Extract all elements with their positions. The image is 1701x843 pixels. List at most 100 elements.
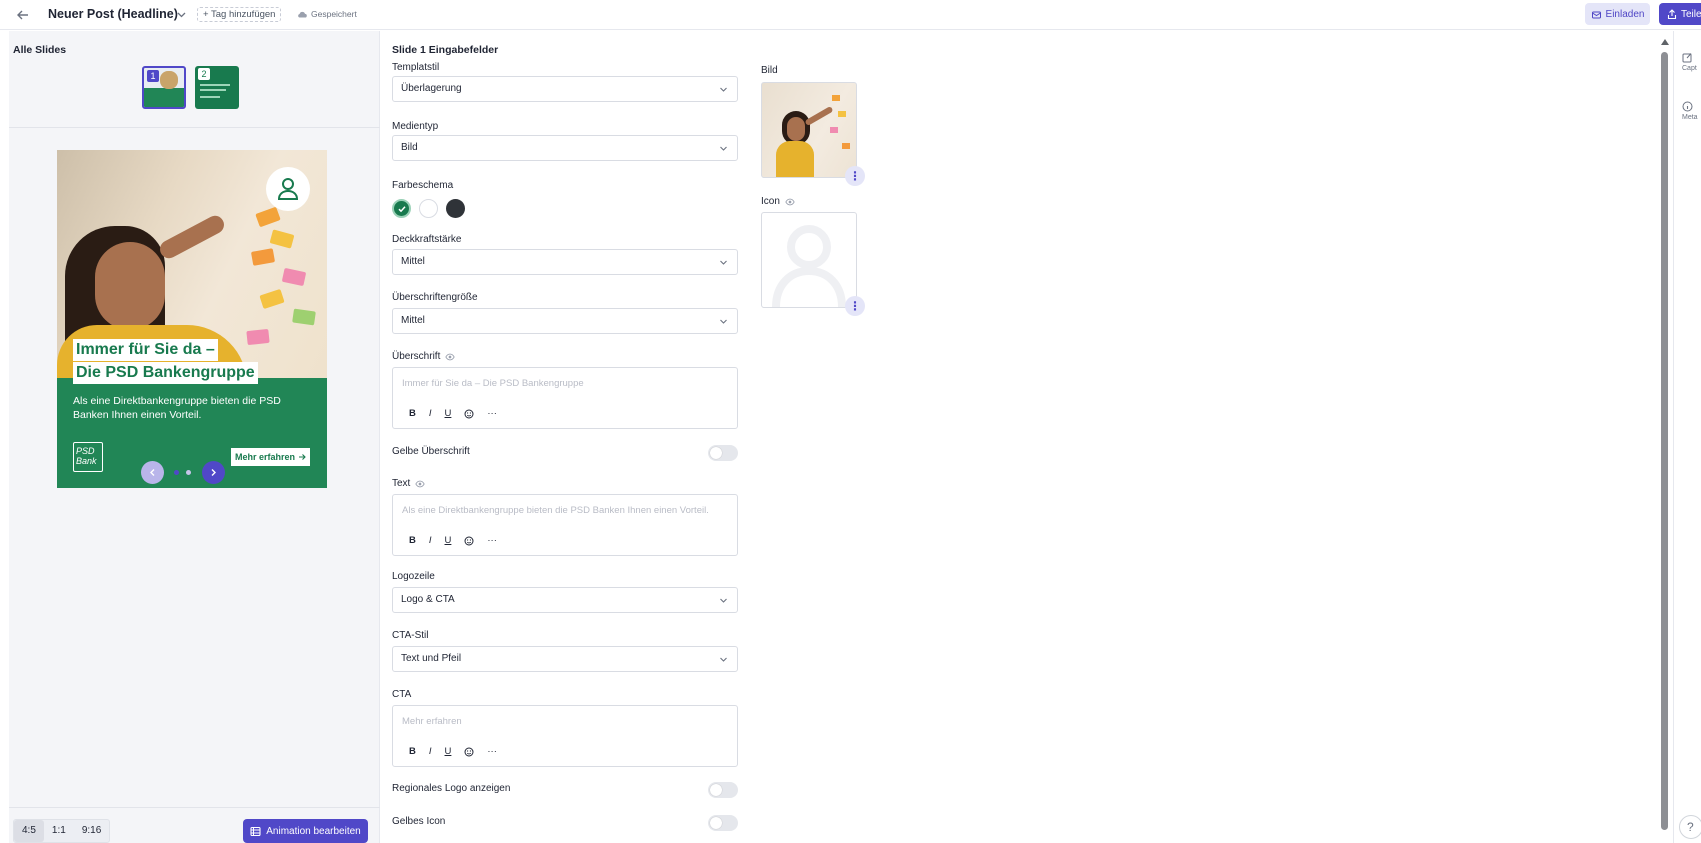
emoji-icon[interactable] xyxy=(464,536,474,546)
more-options-button[interactable]: ··· xyxy=(487,746,497,757)
yellow-headline-label: Gelbe Überschrift xyxy=(392,446,470,457)
italic-button[interactable]: I xyxy=(429,408,432,419)
icon-preview[interactable] xyxy=(761,212,857,308)
media-type-select[interactable]: Bild xyxy=(392,135,738,161)
logo-text: Bank xyxy=(76,456,97,466)
text-placeholder: Als eine Direktbankengruppe bieten die P… xyxy=(402,505,709,516)
color-scheme-label: Farbeschema xyxy=(392,180,454,191)
share-button[interactable]: Teilen xyxy=(1659,3,1701,25)
divider xyxy=(9,807,380,808)
template-style-select[interactable]: Überlagerung xyxy=(392,76,738,102)
preview-body-text: Als eine Direktbankengruppe bieten die P… xyxy=(73,395,281,421)
eye-icon[interactable] xyxy=(415,479,425,489)
icon-label-text: Icon xyxy=(761,196,780,207)
cta-style-value: Text und Pfeil xyxy=(401,653,462,664)
text-toolbar: B I U ··· xyxy=(409,408,497,419)
color-swatch-dark[interactable] xyxy=(446,199,465,218)
scrollbar-thumb[interactable] xyxy=(1661,52,1668,830)
icon-options-button[interactable]: ⋮ xyxy=(845,296,865,316)
chevron-left-icon xyxy=(150,469,155,476)
image-options-button[interactable]: ⋮ xyxy=(845,166,865,186)
more-options-button[interactable]: ··· xyxy=(487,408,497,419)
yellow-icon-toggle[interactable] xyxy=(708,815,738,831)
bold-button[interactable]: B xyxy=(409,746,416,757)
next-slide-button[interactable] xyxy=(202,461,225,484)
yellow-icon-label: Gelbes Icon xyxy=(392,816,446,827)
yellow-headline-toggle[interactable] xyxy=(708,445,738,461)
text-field-label: Text xyxy=(392,478,425,489)
cta-style-select[interactable]: Text und Pfeil xyxy=(392,646,738,672)
slide-thumbnail-2[interactable]: 2 xyxy=(195,66,239,109)
share-icon xyxy=(1667,8,1677,19)
headline-size-select[interactable]: Mittel xyxy=(392,308,738,334)
add-tag-button[interactable]: + Tag hinzufügen xyxy=(197,7,282,22)
edit-animation-button[interactable]: Animation bearbeiten xyxy=(243,819,368,843)
headline-label-text: Überschrift xyxy=(392,351,441,362)
slide-number: 2 xyxy=(198,68,210,80)
media-type-value: Bild xyxy=(401,142,418,153)
cta-editor[interactable]: Mehr erfahren B I U ··· xyxy=(392,705,738,767)
edit-icon xyxy=(1682,53,1692,63)
bold-button[interactable]: B xyxy=(409,535,416,546)
previous-slide-button[interactable] xyxy=(141,461,164,484)
headline-placeholder: Immer für Sie da – Die PSD Bankengruppe xyxy=(402,378,584,389)
ratio-4-5[interactable]: 4:5 xyxy=(14,820,44,842)
slide-dot-active[interactable] xyxy=(174,470,179,475)
opacity-value: Mittel xyxy=(401,256,425,267)
headline-editor[interactable]: Immer für Sie da – Die PSD Bankengruppe … xyxy=(392,367,738,429)
logo-row-select[interactable]: Logo & CTA xyxy=(392,587,738,613)
invite-label: Einladen xyxy=(1605,8,1645,20)
meta-rail-item[interactable]: Meta xyxy=(1682,101,1698,121)
user-placeholder-icon xyxy=(772,225,846,307)
logo-row-label: Logozeile xyxy=(392,571,435,582)
right-rail xyxy=(1673,31,1701,843)
emoji-icon[interactable] xyxy=(464,409,474,419)
chevron-down-icon[interactable] xyxy=(176,9,187,20)
saved-text: Gespeichert xyxy=(311,9,357,19)
slide-thumbnail-1[interactable]: 1 xyxy=(142,66,186,109)
template-style-label: Templatstil xyxy=(392,62,440,73)
meta-rail-label: Meta xyxy=(1682,114,1698,121)
cta-label: CTA xyxy=(392,689,412,700)
regional-logo-toggle[interactable] xyxy=(708,782,738,798)
aspect-ratio-switch: 4:5 1:1 9:16 xyxy=(13,819,111,843)
share-label: Teilen xyxy=(1681,8,1701,20)
text-toolbar: B I U ··· xyxy=(409,746,497,757)
underline-button[interactable]: U xyxy=(445,408,452,419)
invite-button[interactable]: Einladen xyxy=(1585,3,1650,25)
eye-icon[interactable] xyxy=(785,197,795,207)
bold-button[interactable]: B xyxy=(409,408,416,419)
ratio-1-1[interactable]: 1:1 xyxy=(44,820,74,842)
slide-dot[interactable] xyxy=(186,470,191,475)
emoji-icon[interactable] xyxy=(464,747,474,757)
preview-headline-line-1: Immer für Sie da – xyxy=(73,339,218,361)
film-icon xyxy=(250,826,261,836)
form-title: Slide 1 Eingabefelder xyxy=(392,44,499,56)
color-swatch-green[interactable] xyxy=(392,199,411,218)
underline-button[interactable]: U xyxy=(445,535,452,546)
italic-button[interactable]: I xyxy=(429,535,432,546)
image-preview[interactable] xyxy=(761,82,857,178)
caption-rail-item[interactable]: Capt xyxy=(1682,52,1697,72)
help-button[interactable]: ? xyxy=(1679,815,1701,839)
opacity-select[interactable]: Mittel xyxy=(392,249,738,275)
media-type-label: Medientyp xyxy=(392,121,439,132)
cta-style-label: CTA-Stil xyxy=(392,630,429,641)
chevron-down-icon xyxy=(720,319,727,324)
regional-logo-label: Regionales Logo anzeigen xyxy=(392,783,511,794)
back-arrow-icon[interactable] xyxy=(14,6,32,24)
eye-icon[interactable] xyxy=(445,352,456,362)
chevron-down-icon xyxy=(720,87,727,92)
preview-headline-line-2: Die PSD Bankengruppe xyxy=(73,362,258,384)
color-swatch-white[interactable] xyxy=(419,199,438,218)
scroll-up-arrow[interactable] xyxy=(1661,39,1669,45)
underline-button[interactable]: U xyxy=(445,746,452,757)
more-options-button[interactable]: ··· xyxy=(487,535,497,546)
ratio-9-16[interactable]: 9:16 xyxy=(74,820,109,842)
post-title[interactable]: Neuer Post (Headline) xyxy=(48,7,178,21)
user-icon xyxy=(266,167,310,211)
italic-button[interactable]: I xyxy=(429,746,432,757)
headline-size-value: Mittel xyxy=(401,315,425,326)
text-editor[interactable]: Als eine Direktbankengruppe bieten die P… xyxy=(392,494,738,556)
top-bar: Neuer Post (Headline) + Tag hinzufügen G… xyxy=(0,0,1701,30)
